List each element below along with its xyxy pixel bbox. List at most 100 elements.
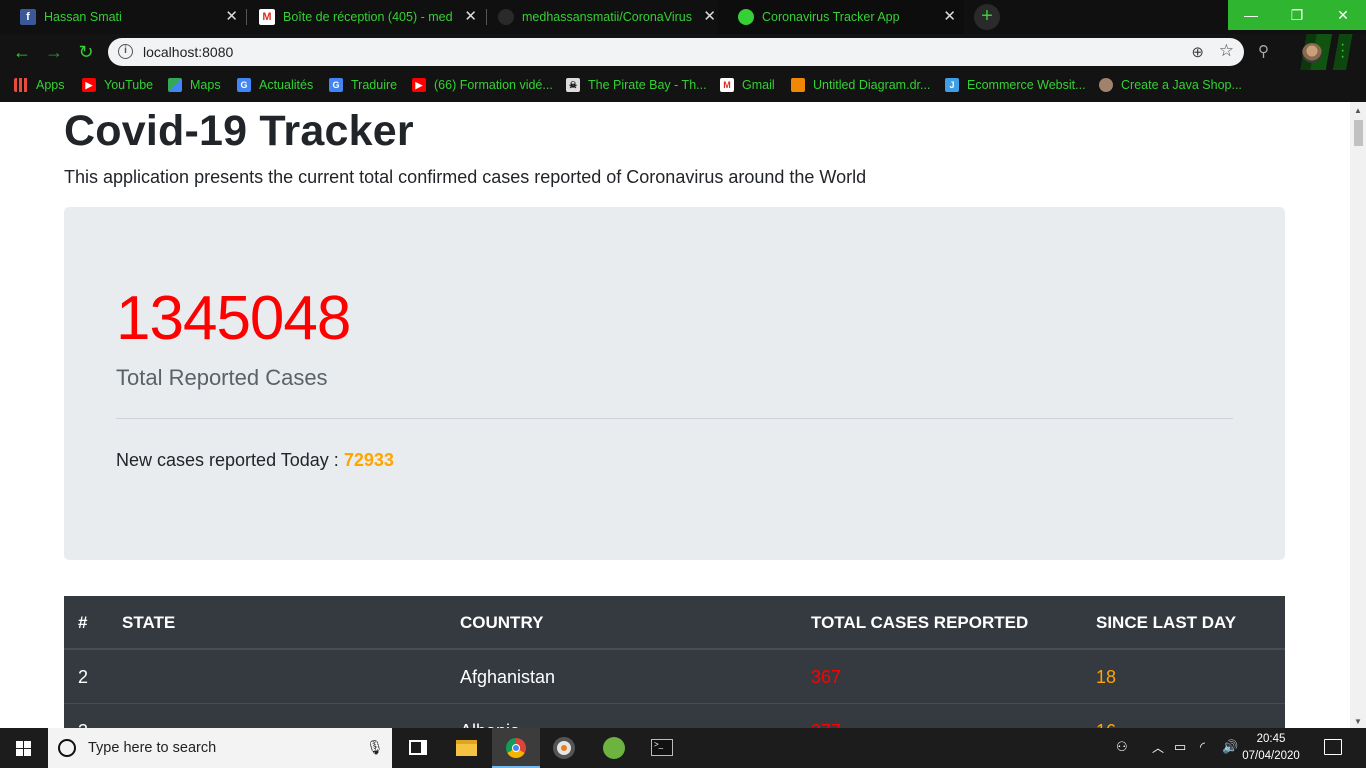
zoom-icon[interactable]: ⊕: [1191, 43, 1204, 61]
media-player-icon[interactable]: [540, 728, 588, 768]
file-explorer-icon[interactable]: [442, 728, 490, 768]
address-text[interactable]: localhost:8080: [143, 44, 233, 60]
tab-facebook[interactable]: f Hassan Smati ✕: [0, 0, 246, 34]
scroll-up-arrow-icon[interactable]: ▲: [1354, 106, 1362, 115]
start-button[interactable]: [0, 728, 48, 768]
github-icon: [498, 9, 514, 25]
close-tab-icon[interactable]: ✕: [225, 9, 238, 25]
restore-button[interactable]: ❐: [1274, 0, 1320, 30]
tab-title: medhassansmatii/CoronaVirus-Tr: [522, 10, 692, 24]
scroll-down-arrow-icon[interactable]: ▼: [1354, 717, 1362, 726]
total-cases-value: 1345048: [116, 284, 351, 353]
tab-title: Boîte de réception (405) - medha: [283, 10, 453, 24]
bookmark-label: Actualités: [259, 78, 314, 92]
battery-icon[interactable]: ▭: [1174, 739, 1186, 755]
table-row: 2 Afghanistan 367 18: [64, 650, 1285, 704]
tab-github[interactable]: medhassansmatii/CoronaVirus-Tr ✕: [478, 0, 724, 34]
cortana-icon: [58, 739, 76, 757]
bookmark-pirate-bay[interactable]: ☠ The Pirate Bay - Th...: [566, 78, 707, 92]
site-info-icon[interactable]: i: [118, 44, 133, 59]
bookmark-untitled-diagram[interactable]: Untitled Diagram.dr...: [791, 78, 930, 92]
new-cases-label: New cases reported Today :: [116, 450, 339, 470]
youtube-icon: ▶: [82, 78, 96, 92]
bookmark-label: Maps: [190, 78, 221, 92]
menu-kebab-icon[interactable]: · · ·: [1340, 37, 1346, 65]
translate-icon: G: [329, 78, 343, 92]
chrome-taskbar-icon[interactable]: [492, 728, 540, 768]
bookmark-java-shop[interactable]: Create a Java Shop...: [1099, 78, 1242, 92]
address-bar[interactable]: i localhost:8080 ⊕ ☆: [108, 38, 1244, 66]
clock-date: 07/04/2020: [1242, 750, 1300, 762]
bookmark-maps[interactable]: Maps: [168, 78, 221, 92]
bookmarks-bar: Apps ▶ YouTube Maps G Actualités G Tradu…: [0, 70, 1366, 102]
wifi-icon[interactable]: ◜: [1200, 739, 1205, 755]
search-tabs-icon[interactable]: ⚲: [1258, 42, 1269, 60]
tab-coronavirus-tracker[interactable]: Coronavirus Tracker App ✕: [718, 0, 964, 34]
bookmark-ecommerce[interactable]: J Ecommerce Websit...: [945, 78, 1086, 92]
task-view-icon[interactable]: [394, 728, 442, 768]
summary-jumbotron: 1345048 Total Reported Cases New cases r…: [64, 207, 1285, 560]
windows-taskbar: Type here to search 🎙 >_ ⚇ ︿ ▭ ◜ 🔊 20:45…: [0, 728, 1366, 768]
pirate-icon: ☠: [566, 78, 580, 92]
j-icon: J: [945, 78, 959, 92]
minimize-button[interactable]: —: [1228, 0, 1274, 30]
row-country: Albania: [460, 704, 520, 728]
bookmark-label: Ecommerce Websit...: [967, 78, 1086, 92]
facebook-icon: f: [20, 9, 36, 25]
bookmark-label: Apps: [36, 78, 65, 92]
notification-center-icon[interactable]: [1324, 739, 1342, 755]
table-row: 3 Albania 377 16: [64, 704, 1285, 728]
close-tab-icon[interactable]: ✕: [464, 9, 477, 25]
row-index: 3: [78, 704, 88, 728]
new-cases-line: New cases reported Today : 72933: [116, 450, 394, 471]
bookmark-formation[interactable]: ▶ (66) Formation vidé...: [412, 78, 553, 92]
globe-icon: [738, 9, 754, 25]
profile-avatar[interactable]: [1302, 43, 1322, 63]
tab-gmail[interactable]: M Boîte de réception (405) - medha ✕: [239, 0, 485, 34]
microphone-icon[interactable]: 🎙: [366, 739, 384, 756]
spring-tool-icon[interactable]: [590, 728, 638, 768]
header-since-last-day: SINCE LAST DAY: [1096, 613, 1237, 632]
news-icon: G: [237, 78, 251, 92]
header-state: STATE: [122, 613, 176, 632]
reload-icon[interactable]: ↻: [74, 41, 98, 63]
people-icon[interactable]: ⚇: [1116, 739, 1128, 755]
new-cases-value: 72933: [343, 450, 394, 470]
row-since-last-day: 18: [1096, 667, 1117, 687]
header-index: #: [78, 613, 88, 632]
row-total-cases: 367: [811, 667, 842, 687]
total-cases-label: Total Reported Cases: [116, 365, 328, 390]
apps-grid-icon: [14, 78, 28, 92]
avatar-icon: [1099, 78, 1113, 92]
row-country: Afghanistan: [460, 667, 556, 687]
bookmark-label: Gmail: [742, 78, 775, 92]
forward-arrow-icon[interactable]: →: [42, 41, 66, 63]
scrollbar-thumb[interactable]: [1354, 120, 1363, 146]
volume-icon[interactable]: 🔊: [1222, 739, 1238, 755]
terminal-icon[interactable]: >_: [638, 728, 686, 768]
row-since-last-day: 16: [1096, 704, 1116, 728]
bookmark-youtube[interactable]: ▶ YouTube: [82, 78, 153, 92]
back-arrow-icon[interactable]: ←: [10, 41, 34, 63]
close-tab-icon[interactable]: ✕: [703, 9, 716, 25]
row-index: 2: [78, 667, 89, 687]
bookmark-apps[interactable]: Apps: [14, 78, 65, 92]
close-window-button[interactable]: ✕: [1320, 0, 1366, 30]
page-scrollbar[interactable]: ▲ ▼: [1350, 102, 1366, 728]
bookmark-actualites[interactable]: G Actualités: [237, 78, 313, 92]
bookmark-star-icon[interactable]: ☆: [1219, 41, 1234, 61]
taskbar-search[interactable]: Type here to search 🎙: [48, 728, 392, 768]
gmail-icon: M: [259, 9, 275, 25]
bookmark-traduire[interactable]: G Traduire: [329, 78, 397, 92]
header-total-cases: TOTAL CASES REPORTED: [811, 613, 1029, 632]
bookmark-gmail[interactable]: M Gmail: [720, 78, 775, 92]
tab-strip: f Hassan Smati ✕ M Boîte de réception (4…: [0, 0, 1366, 34]
browser-toolbar: ← → ↻ i localhost:8080 ⊕ ☆: [0, 34, 1366, 70]
close-tab-icon[interactable]: ✕: [943, 9, 956, 25]
chevron-up-icon[interactable]: ︿: [1152, 739, 1164, 756]
taskbar-clock[interactable]: 20:45 07/04/2020: [1240, 731, 1302, 765]
new-tab-button[interactable]: +: [974, 4, 1000, 30]
divider: [116, 418, 1233, 419]
bookmark-label: Traduire: [351, 78, 398, 92]
page-title: Covid-19 Tracker: [64, 107, 414, 155]
